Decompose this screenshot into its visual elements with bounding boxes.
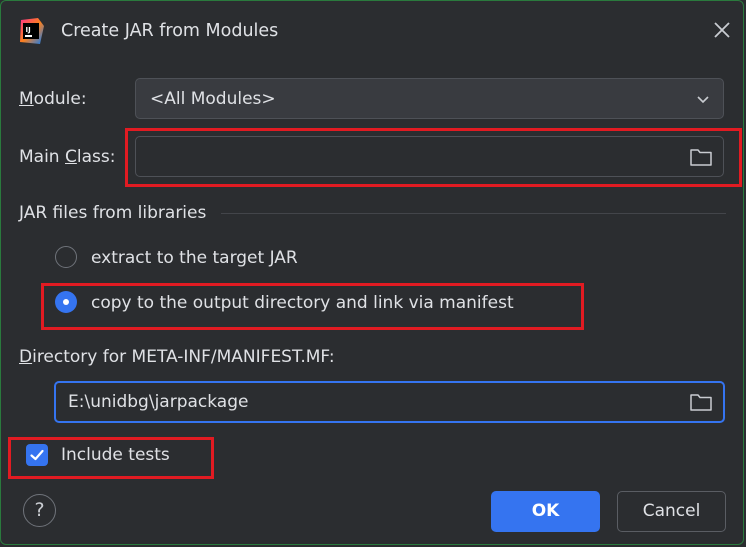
- jar-libraries-section-label: JAR files from libraries: [19, 203, 207, 223]
- intellij-idea-icon: IJ: [20, 18, 44, 44]
- svg-text:IJ: IJ: [26, 26, 31, 34]
- folder-icon[interactable]: [689, 391, 713, 413]
- manifest-dir-field: [54, 381, 725, 423]
- main-class-label: Main Class:: [19, 147, 116, 167]
- manifest-dir-input[interactable]: [56, 383, 723, 421]
- checkmark-icon: [30, 449, 44, 461]
- section-divider: [221, 213, 726, 214]
- main-class-field: [135, 136, 724, 177]
- radio-copy-link-label[interactable]: copy to the output directory and link vi…: [91, 293, 514, 313]
- title-bar: IJ Create JAR from Modules: [1, 1, 743, 63]
- module-label: Module:: [19, 89, 87, 109]
- help-button[interactable]: ?: [23, 494, 56, 527]
- module-dropdown[interactable]: <All Modules>: [135, 78, 724, 119]
- include-tests-label[interactable]: Include tests: [61, 445, 170, 465]
- manifest-dir-label: Directory for META-INF/MANIFEST.MF:: [19, 347, 335, 367]
- create-jar-dialog: IJ Create JAR from Modules Module: <All …: [0, 0, 744, 545]
- module-selected-value: <All Modules>: [150, 89, 276, 109]
- radio-copy-link[interactable]: [55, 291, 77, 313]
- close-icon[interactable]: [710, 18, 734, 42]
- cancel-button[interactable]: Cancel: [617, 491, 726, 532]
- folder-icon[interactable]: [689, 146, 713, 168]
- include-tests-checkbox[interactable]: [26, 444, 48, 466]
- radio-extract-label[interactable]: extract to the target JAR: [91, 248, 298, 268]
- chevron-down-icon: [697, 96, 709, 104]
- dialog-title: Create JAR from Modules: [61, 21, 279, 41]
- main-class-input[interactable]: [136, 137, 723, 176]
- radio-extract[interactable]: [55, 246, 77, 268]
- ok-button[interactable]: OK: [491, 491, 600, 532]
